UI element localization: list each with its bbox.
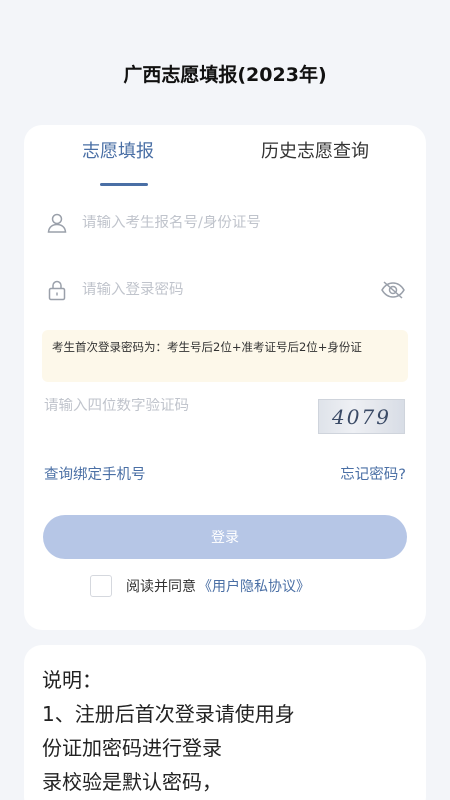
tab-volunteer-fill[interactable]: 志愿填报 bbox=[82, 137, 154, 163]
login-card: 志愿填报 历史志愿查询 考生首次登 bbox=[24, 125, 426, 630]
bind-phone-link[interactable]: 查询绑定手机号 bbox=[44, 463, 146, 484]
notes-line: 录校验是默认密码， bbox=[42, 770, 222, 794]
password-row bbox=[44, 275, 406, 305]
login-button[interactable]: 登录 bbox=[43, 515, 407, 559]
notes-heading: 说明： bbox=[42, 668, 102, 692]
username-row bbox=[44, 208, 406, 238]
agreement-row: 阅读并同意 《用户隐私协议》 bbox=[90, 575, 310, 597]
username-input[interactable] bbox=[82, 215, 406, 231]
password-input[interactable] bbox=[82, 282, 380, 298]
notes-fade-overlay bbox=[250, 745, 340, 800]
tab-history-query[interactable]: 历史志愿查询 bbox=[261, 137, 369, 163]
eye-off-icon[interactable] bbox=[380, 277, 406, 303]
lock-icon bbox=[44, 277, 70, 303]
privacy-agreement-link[interactable]: 《用户隐私协议》 bbox=[198, 576, 310, 596]
tab-active-indicator bbox=[100, 183, 148, 186]
notes-line: 份证加密码进行登录 bbox=[42, 736, 222, 760]
password-hint: 考生首次登录密码为：考生号后2位+准考证号后2位+身份证 bbox=[42, 330, 408, 382]
notes-line: 1、注册后首次登录请使用身 bbox=[42, 702, 295, 726]
page-title: 广西志愿填报(2023年) bbox=[123, 64, 327, 86]
notes-card: 说明： 1、注册后首次登录请使用身 份证加密码进行登录 录校验是默认密码， bbox=[24, 645, 426, 800]
captcha-image[interactable]: 4079 bbox=[318, 399, 405, 434]
user-icon bbox=[44, 210, 70, 236]
agree-checkbox[interactable] bbox=[90, 575, 112, 597]
captcha-input[interactable] bbox=[44, 398, 304, 414]
forgot-password-link[interactable]: 忘记密码? bbox=[340, 463, 406, 484]
agree-text: 阅读并同意 bbox=[126, 579, 196, 595]
tab-bar: 志愿填报 历史志愿查询 bbox=[24, 137, 426, 186]
